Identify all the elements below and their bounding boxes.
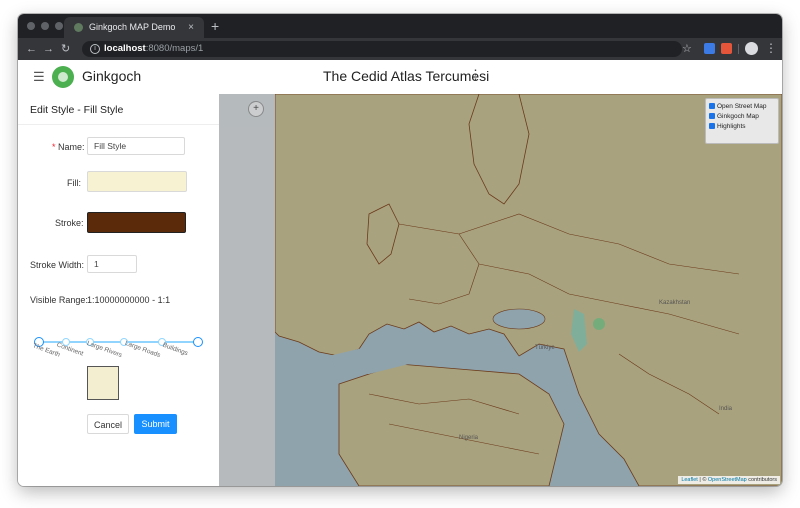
fill-label-text: Fill bbox=[67, 178, 79, 188]
address-bar[interactable]: i localhost:8080/maps/1 bbox=[82, 41, 682, 57]
forward-icon[interactable]: → bbox=[43, 42, 54, 56]
window-controls bbox=[27, 22, 63, 30]
layer-name: Ginkgoch Map bbox=[717, 113, 759, 120]
required-mark: * bbox=[52, 142, 56, 152]
visible-range-label-text: Visible Range bbox=[30, 295, 86, 305]
bookmark-star-icon[interactable]: ☆ bbox=[682, 42, 692, 55]
profile-avatar-icon[interactable] bbox=[745, 42, 758, 55]
tab-title: Ginkgoch MAP Demo bbox=[89, 22, 176, 32]
title-menu-icon[interactable]: ⋮ bbox=[469, 67, 482, 83]
stroke-width-input[interactable]: 1 bbox=[87, 255, 137, 273]
name-label-text: Name bbox=[58, 142, 83, 152]
toolbar: ← → ↻ i localhost:8080/maps/1 ☆ ⋮ bbox=[18, 38, 782, 60]
layer-toggle[interactable]: Open Street Map bbox=[709, 102, 767, 111]
extension-icon[interactable] bbox=[704, 43, 715, 54]
visible-range-slider[interactable]: The Earth Continent Large Rivers Large R… bbox=[32, 334, 203, 359]
stroke-color-picker[interactable] bbox=[87, 212, 186, 233]
checkbox-icon[interactable] bbox=[709, 123, 715, 129]
map-label: Nigeria bbox=[459, 435, 479, 441]
visible-range-value: 1:10000000000 - 1:1 bbox=[87, 295, 171, 305]
layer-toggle[interactable]: Ginkgoch Map bbox=[709, 112, 759, 121]
slider-mark: Buildings bbox=[161, 341, 189, 358]
brand-name: Ginkgoch bbox=[82, 68, 142, 84]
panel-title: Edit Style - Fill Style bbox=[30, 104, 124, 116]
page-title: The Cedid Atlas Tercumesi bbox=[323, 68, 490, 84]
stroke-width-label-text: Stroke Width bbox=[30, 260, 82, 270]
browser-menu-icon[interactable]: ⋮ bbox=[765, 41, 777, 55]
submit-button[interactable]: Submit bbox=[134, 414, 177, 434]
stroke-width-label: Stroke Width: bbox=[30, 260, 85, 270]
layer-name: Highlights bbox=[717, 123, 746, 130]
new-tab-button[interactable]: + bbox=[211, 17, 219, 35]
layer-name: Open Street Map bbox=[717, 103, 767, 110]
stroke-label-text: Stroke bbox=[55, 218, 82, 228]
url-path: :8080/maps/1 bbox=[145, 43, 204, 54]
divider bbox=[18, 124, 219, 125]
visible-range-label: Visible Range: bbox=[30, 295, 88, 305]
browser-window: Ginkgoch MAP Demo × + ← → ↻ i localhost:… bbox=[18, 14, 782, 486]
layer-switcher: Open Street Map Ginkgoch Map Highlights bbox=[705, 98, 779, 144]
app-header: ☰ Ginkgoch The Cedid Atlas Tercumesi ⋮ bbox=[18, 60, 782, 95]
map-view[interactable]: Kazakhstan Türkiye India Nigeria + Open … bbox=[219, 94, 782, 486]
hamburger-menu-icon[interactable]: ☰ bbox=[33, 69, 45, 85]
slider-handle-max[interactable] bbox=[193, 337, 203, 347]
map-label: India bbox=[719, 406, 733, 412]
osm-link[interactable]: OpenStreetMap bbox=[708, 477, 747, 483]
attribution-tail: contributors bbox=[746, 477, 777, 483]
reload-icon[interactable]: ↻ bbox=[61, 42, 70, 56]
minimize-window-button[interactable] bbox=[41, 22, 49, 30]
checkbox-icon[interactable] bbox=[709, 113, 715, 119]
edit-style-panel: Edit Style - Fill Style * Name: Fill Sty… bbox=[18, 94, 220, 486]
url-host: localhost bbox=[104, 43, 146, 54]
name-field[interactable]: Fill Style bbox=[87, 137, 185, 155]
leaflet-link[interactable]: Leaflet bbox=[681, 477, 698, 483]
tab-strip: Ginkgoch MAP Demo × + bbox=[18, 14, 782, 38]
zoom-window-button[interactable] bbox=[55, 22, 63, 30]
layer-toggle[interactable]: Highlights bbox=[709, 122, 746, 131]
cancel-button[interactable]: Cancel bbox=[87, 414, 129, 434]
toolbar-separator bbox=[738, 44, 739, 54]
map-side-toolbar: + bbox=[219, 94, 275, 486]
stroke-label: Stroke: bbox=[55, 218, 84, 228]
map-canvas[interactable]: Kazakhstan Türkiye India Nigeria bbox=[219, 94, 782, 486]
zoom-in-button[interactable]: + bbox=[248, 101, 264, 117]
browser-tab[interactable]: Ginkgoch MAP Demo × bbox=[64, 17, 204, 38]
close-window-button[interactable] bbox=[27, 22, 35, 30]
style-preview bbox=[87, 366, 119, 400]
site-info-icon[interactable]: i bbox=[90, 44, 100, 54]
fill-color-picker[interactable] bbox=[87, 171, 187, 192]
extension-icon[interactable] bbox=[721, 43, 732, 54]
checkbox-icon[interactable] bbox=[709, 103, 715, 109]
ginkgoch-logo-icon bbox=[52, 66, 74, 88]
back-icon[interactable]: ← bbox=[26, 42, 37, 56]
tab-favicon-icon bbox=[74, 23, 83, 32]
name-label: * Name: bbox=[52, 142, 85, 152]
map-label: Kazakhstan bbox=[659, 300, 690, 306]
map-attribution: Leaflet | © OpenStreetMap contributors bbox=[678, 476, 780, 484]
attribution-separator: | © bbox=[697, 477, 708, 483]
map-label: Türkiye bbox=[535, 345, 555, 351]
tab-close-icon[interactable]: × bbox=[188, 17, 194, 38]
fill-label: Fill: bbox=[67, 178, 82, 188]
url-text: localhost:8080/maps/1 bbox=[104, 41, 203, 57]
